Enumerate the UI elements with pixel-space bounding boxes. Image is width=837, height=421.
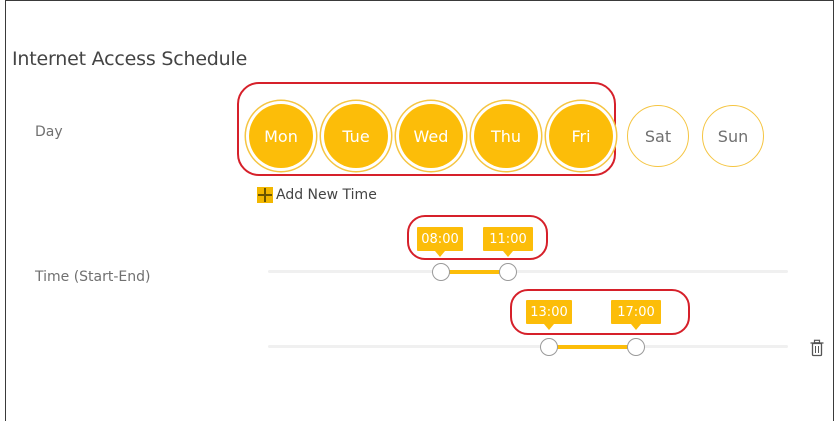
plus-icon	[257, 187, 273, 203]
time-range-1-track[interactable]	[268, 270, 788, 273]
time-range-1-start-tag: 08:00	[417, 227, 463, 257]
time-range-2-end-handle[interactable]	[627, 338, 645, 356]
trash-icon[interactable]	[809, 339, 825, 357]
time-range-1-fill	[440, 270, 508, 274]
time-range-2-start-tag: 13:00	[526, 300, 572, 330]
day-toggle-wed[interactable]: Wed	[399, 104, 463, 168]
time-range-1-end-handle[interactable]	[499, 263, 517, 281]
add-new-time-button[interactable]: Add New Time	[257, 187, 377, 203]
day-toggle-thu[interactable]: Thu	[474, 104, 538, 168]
time-range-2-end-tag: 17:00	[611, 300, 661, 330]
add-new-time-label: Add New Time	[276, 187, 377, 203]
time-range-label: Time (Start-End)	[35, 269, 151, 285]
day-toggle-fri[interactable]: Fri	[549, 104, 613, 168]
page-title: Internet Access Schedule	[12, 48, 248, 70]
day-label: Day	[35, 124, 63, 140]
day-toggle-tue[interactable]: Tue	[324, 104, 388, 168]
time-range-2-start-handle[interactable]	[540, 338, 558, 356]
time-range-1-start-handle[interactable]	[432, 263, 450, 281]
time-range-2-track[interactable]	[268, 345, 788, 348]
time-range-1-end-tag: 11:00	[483, 227, 533, 257]
day-toggle-sat[interactable]: Sat	[627, 105, 689, 167]
time-range-2-fill	[549, 345, 636, 349]
day-toggle-sun[interactable]: Sun	[702, 105, 764, 167]
day-toggle-mon[interactable]: Mon	[249, 104, 313, 168]
